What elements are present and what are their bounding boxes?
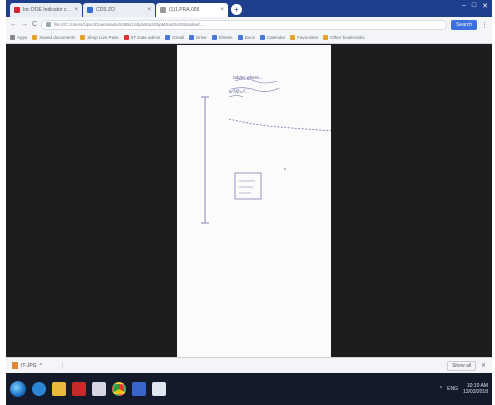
ie-icon[interactable] [32, 382, 46, 396]
tab-close-icon[interactable]: × [74, 7, 78, 13]
app-icon[interactable] [132, 382, 146, 396]
bookmarks-bar: Apps Saved documents Shop Live Pass IIT … [6, 32, 492, 44]
bookmark-icon [323, 35, 329, 40]
tab-3-active[interactable]: (1)1.PRA.009 × [156, 3, 228, 17]
document-icon[interactable] [92, 382, 106, 396]
bookmark-icon [189, 35, 195, 40]
system-tray: ^ ENG 10:10 AM 13/03/2018 [440, 383, 488, 395]
maximize-button[interactable]: □ [472, 2, 476, 10]
handwriting-sketch [201, 78, 331, 224]
close-shelf-button[interactable]: ✕ [481, 362, 486, 369]
forward-button[interactable]: → [21, 21, 28, 28]
bookmark-icon [290, 35, 296, 40]
scanned-page[interactable]: tables where... kr?/D=?... [177, 45, 331, 357]
bookmark-item[interactable]: Calendar [259, 35, 285, 40]
tab-close-icon[interactable]: × [220, 7, 224, 13]
language-indicator[interactable]: ENG [447, 386, 458, 392]
image-file-icon [12, 362, 18, 369]
reload-button[interactable]: C [32, 21, 37, 28]
start-button[interactable] [10, 381, 26, 397]
bookmark-item[interactable]: Gmail [165, 35, 184, 40]
tab-favicon-icon [87, 7, 93, 13]
tab-1[interactable]: Inc DOE Indicator ch... × [10, 3, 82, 17]
bookmark-item[interactable]: Other bookmarks [323, 35, 365, 40]
clock-date: 13/03/2018 [462, 389, 488, 395]
download-shelf: IT-JPG ^ Show all ✕ [6, 357, 492, 373]
tab-title: (1)1.PRA.009 [169, 7, 200, 13]
bookmark-icon [123, 35, 129, 40]
bookmark-item[interactable]: Sheets [211, 35, 233, 40]
clock[interactable]: 10:10 AM 13/03/2018 [463, 383, 488, 395]
tab-favicon-icon [14, 7, 20, 13]
screen: Inc DOE Indicator ch... × CDS ZO × (1)1.… [6, 0, 492, 405]
address-bar[interactable]: file:///C:/Users/Upsc/Downloads/ILMBi/1S… [41, 19, 448, 30]
taskbar: ^ ENG 10:10 AM 13/03/2018 [6, 373, 492, 405]
handwritten-note: kr?/D=?... [229, 89, 249, 94]
tray-arrow-icon[interactable]: ^ [440, 386, 442, 392]
download-item[interactable]: IT-JPG ^ [12, 362, 63, 369]
app-icon[interactable] [152, 382, 166, 396]
handwritten-note: tables where... [233, 75, 263, 80]
image-viewer: tables where... kr?/D=?... [6, 45, 492, 357]
bookmark-icon [32, 35, 38, 40]
tab-title: CDS ZO [96, 7, 115, 13]
minimize-button[interactable]: – [462, 2, 466, 10]
bookmark-item[interactable]: IIT Gate admin [123, 35, 160, 40]
tab-title: Inc DOE Indicator ch... [23, 7, 72, 13]
url-text: file:///C:/Users/Upsc/Downloads/ILMBi/1S… [54, 22, 204, 27]
tab-strip: Inc DOE Indicator ch... × CDS ZO × (1)1.… [6, 0, 492, 17]
close-window-button[interactable]: ✕ [482, 2, 488, 10]
bookmark-icon [237, 35, 243, 40]
menu-icon[interactable]: ⋮ [481, 21, 488, 29]
chevron-up-icon[interactable]: ^ [40, 363, 42, 369]
download-filename: IT-JPG [21, 362, 37, 369]
bookmark-icon [211, 35, 217, 40]
bookmark-item[interactable]: Favourites [290, 35, 318, 40]
tab-close-icon[interactable]: × [147, 7, 151, 13]
file-icon [46, 22, 52, 27]
extension-button[interactable]: Search [451, 19, 477, 30]
chrome-icon[interactable] [112, 382, 126, 396]
bookmark-item[interactable]: Apps [10, 35, 27, 40]
tab-favicon-icon [160, 7, 166, 13]
bookmark-item[interactable]: Docs [237, 35, 255, 40]
back-button[interactable]: ← [10, 21, 17, 28]
tab-2[interactable]: CDS ZO × [83, 3, 155, 17]
bookmark-item[interactable]: Saved documents [32, 35, 75, 40]
pdf-icon[interactable] [72, 382, 86, 396]
window-controls: – □ ✕ [462, 2, 488, 10]
folder-icon[interactable] [52, 382, 66, 396]
show-all-button[interactable]: Show all [447, 360, 476, 371]
bookmark-item[interactable]: Shop Live Pass [80, 35, 119, 40]
bookmark-item[interactable]: Drive [189, 35, 207, 40]
bookmark-icon [80, 35, 86, 40]
bookmark-icon [165, 35, 171, 40]
address-toolbar: ← → C file:///C:/Users/Upsc/Downloads/IL… [6, 17, 492, 32]
apps-icon [10, 35, 15, 40]
bookmark-icon [259, 35, 265, 40]
new-tab-button[interactable]: + [231, 4, 242, 15]
